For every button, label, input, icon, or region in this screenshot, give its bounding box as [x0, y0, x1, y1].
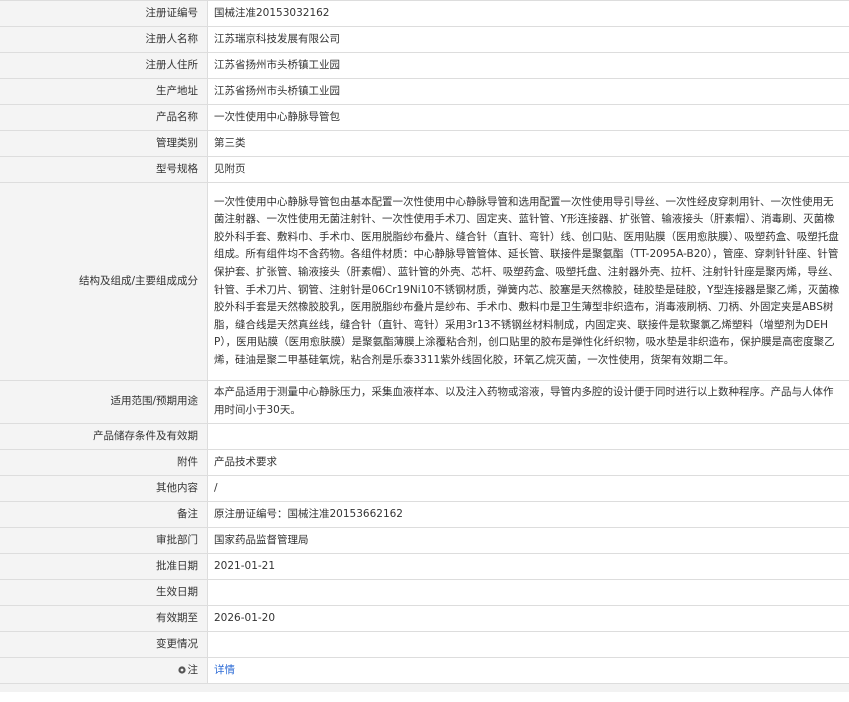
row-valid-until: 有效期至 2026-01-20 [0, 605, 849, 632]
label-registrant-address: 注册人住所 [0, 52, 208, 79]
value-model-spec: 见附页 [207, 156, 849, 183]
page-bottom-band [0, 684, 849, 692]
label-registrant-name: 注册人名称 [0, 26, 208, 53]
label-change-status: 变更情况 [0, 631, 208, 658]
label-structure-composition: 结构及组成/主要组成成分 [0, 182, 208, 381]
row-product-name: 产品名称 一次性使用中心静脉导管包 [0, 104, 849, 131]
row-approval-date: 批准日期 2021-01-21 [0, 553, 849, 580]
note-label-text: 注 [187, 663, 199, 676]
label-approval-date: 批准日期 [0, 553, 208, 580]
row-model-spec: 型号规格 见附页 [0, 156, 849, 183]
label-product-name: 产品名称 [0, 104, 208, 131]
row-intended-use: 适用范围/预期用途 本产品适用于测量中心静脉压力，采集血液样本、以及注入药物或溶… [0, 380, 849, 424]
value-production-address: 江苏省扬州市头桥镇工业园 [207, 78, 849, 105]
row-attachment: 附件 产品技术要求 [0, 449, 849, 476]
label-other-content: 其他内容 [0, 475, 208, 502]
label-management-category: 管理类别 [0, 130, 208, 157]
row-structure-composition: 结构及组成/主要组成成分 一次性使用中心静脉导管包由基本配置一次性使用中心静脉导… [0, 182, 849, 381]
value-change-status [207, 631, 849, 658]
row-registrant-address: 注册人住所 江苏省扬州市头桥镇工业园 [0, 52, 849, 79]
row-note: 注 详情 [0, 657, 849, 684]
value-other-content: / [207, 475, 849, 502]
label-valid-until: 有效期至 [0, 605, 208, 632]
row-production-address: 生产地址 江苏省扬州市头桥镇工业园 [0, 78, 849, 105]
label-attachment: 附件 [0, 449, 208, 476]
label-production-address: 生产地址 [0, 78, 208, 105]
value-structure-composition: 一次性使用中心静脉导管包由基本配置一次性使用中心静脉导管和选用配置一次性使用导引… [207, 182, 849, 381]
value-management-category: 第三类 [207, 130, 849, 157]
value-registrant-name: 江苏瑞京科技发展有限公司 [207, 26, 849, 53]
label-remarks: 备注 [0, 501, 208, 528]
value-attachment: 产品技术要求 [207, 449, 849, 476]
label-approval-department: 审批部门 [0, 527, 208, 554]
label-effective-date: 生效日期 [0, 579, 208, 606]
value-registrant-address: 江苏省扬州市头桥镇工业园 [207, 52, 849, 79]
value-note: 详情 [207, 657, 849, 684]
label-model-spec: 型号规格 [0, 156, 208, 183]
value-registration-number: 国械注准20153032162 [207, 0, 849, 27]
value-intended-use: 本产品适用于测量中心静脉压力，采集血液样本、以及注入药物或溶液，导管内多腔的设计… [207, 380, 849, 424]
label-registration-number: 注册证编号 [0, 0, 208, 27]
info-pin-icon [177, 663, 186, 674]
value-approval-date: 2021-01-21 [207, 553, 849, 580]
label-intended-use: 适用范围/预期用途 [0, 380, 208, 424]
row-management-category: 管理类别 第三类 [0, 130, 849, 157]
value-product-name: 一次性使用中心静脉导管包 [207, 104, 849, 131]
registration-detail-table: 注册证编号 国械注准20153032162 注册人名称 江苏瑞京科技发展有限公司… [0, 0, 849, 684]
value-approval-department: 国家药品监督管理局 [207, 527, 849, 554]
value-storage-conditions [207, 423, 849, 450]
row-other-content: 其他内容 / [0, 475, 849, 502]
details-link[interactable]: 详情 [214, 664, 235, 676]
value-effective-date [207, 579, 849, 606]
label-note: 注 [0, 657, 208, 684]
row-registrant-name: 注册人名称 江苏瑞京科技发展有限公司 [0, 26, 849, 53]
row-remarks: 备注 原注册证编号：国械注准20153662162 [0, 501, 849, 528]
row-change-status: 变更情况 [0, 631, 849, 658]
row-effective-date: 生效日期 [0, 579, 849, 606]
row-storage-conditions: 产品储存条件及有效期 [0, 423, 849, 450]
value-valid-until: 2026-01-20 [207, 605, 849, 632]
row-approval-department: 审批部门 国家药品监督管理局 [0, 527, 849, 554]
label-storage-conditions: 产品储存条件及有效期 [0, 423, 208, 450]
row-registration-number: 注册证编号 国械注准20153032162 [0, 0, 849, 27]
value-remarks: 原注册证编号：国械注准20153662162 [207, 501, 849, 528]
